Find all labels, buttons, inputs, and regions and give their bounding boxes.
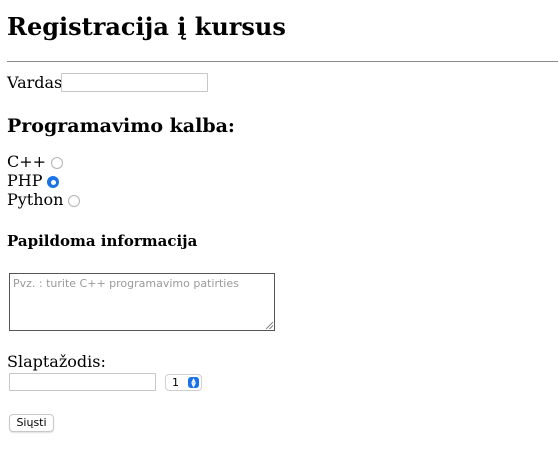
radio-php[interactable] [47, 176, 60, 188]
radio-python[interactable] [68, 195, 81, 207]
language-heading: Programavimo kalba: [7, 115, 235, 137]
language-option-php[interactable]: PHP [7, 171, 60, 191]
extra-info-heading: Papildoma informacija [7, 232, 198, 250]
language-label-python: Python [7, 190, 64, 209]
language-label-php: PHP [7, 171, 43, 190]
chevron-up-down-icon: ▲ ▼ [188, 377, 199, 388]
password-label: Slaptažodis: [7, 352, 106, 371]
page-title: Registracija į kursus [7, 12, 286, 41]
radio-cpp[interactable] [51, 157, 64, 169]
language-option-cpp[interactable]: C++ [7, 152, 64, 172]
language-label-cpp: C++ [7, 152, 47, 171]
resize-grip-icon[interactable] [266, 322, 273, 329]
divider [7, 61, 558, 62]
extra-info-textarea[interactable]: Pvz. : turite C++ programavimo patirties [9, 273, 275, 331]
password-input[interactable] [9, 373, 156, 391]
extra-info-placeholder: Pvz. : turite C++ programavimo patirties [13, 277, 239, 290]
language-option-python[interactable]: Python [7, 190, 81, 210]
number-select[interactable]: 1 ▲ ▼ [165, 374, 202, 391]
select-value: 1 [172, 376, 179, 389]
submit-button[interactable]: Siųsti [9, 414, 54, 432]
name-label: Vardas: [7, 73, 68, 92]
name-input[interactable] [61, 73, 208, 92]
